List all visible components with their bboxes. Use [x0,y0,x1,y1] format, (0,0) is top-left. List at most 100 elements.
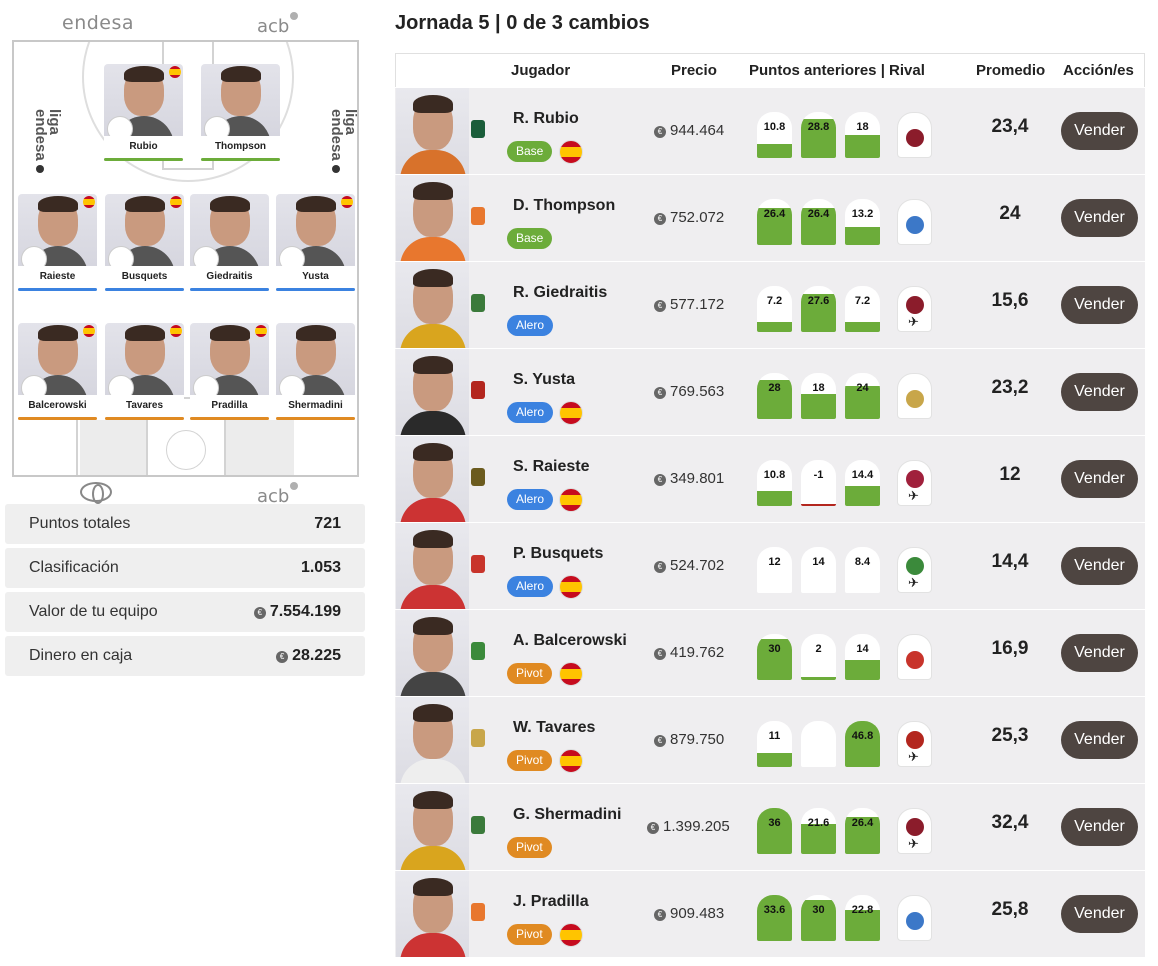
points-value: 10.8 [763,469,786,481]
club-logo-icon [471,120,485,138]
stat-label: Clasificación [29,559,119,576]
points-value: 26.4 [763,208,786,220]
previous-points-2: 26.4 [801,199,836,245]
sell-button[interactable]: Vender [1061,721,1138,759]
sell-button[interactable]: Vender [1061,199,1138,237]
player-name[interactable]: W. Tavares [513,719,595,737]
airplane-icon: ✈ [908,749,919,764]
sell-button[interactable]: Vender [1061,286,1138,324]
coin-icon: € [647,822,659,834]
coin-icon: € [654,300,666,312]
spain-flag-icon [559,488,583,512]
points-value: 18 [856,121,869,133]
player-hair [413,269,453,287]
rival-logo-icon [906,129,924,147]
player-name[interactable]: J. Pradilla [513,893,589,911]
player-name[interactable]: G. Shermadini [513,806,621,824]
spain-flag-icon [83,196,95,208]
sell-button[interactable]: Vender [1061,373,1138,411]
lineup-card[interactable]: Balcerowski [18,323,97,420]
stat-label: Dinero en caja [29,647,133,664]
sell-button[interactable]: Vender [1061,547,1138,585]
points-fill [801,394,836,419]
previous-points-3: 22.8 [845,895,880,941]
previous-points-2: 28.8 [801,112,836,158]
sell-button[interactable]: Vender [1061,895,1138,933]
lineup-card[interactable]: Pradilla [190,323,269,420]
player-shirt [400,150,466,174]
player-name[interactable]: A. Balcerowski [513,632,627,650]
points-value: 26.4 [807,208,830,220]
lineup-card[interactable]: Tavares [105,323,184,420]
player-hair [296,196,336,212]
player-shirt [400,237,466,261]
col-points: Puntos anteriores | Rival [749,62,925,79]
lineup-card[interactable]: Yusta [276,194,355,291]
club-logo-icon [471,468,485,486]
spain-flag-icon [559,662,583,686]
airplane-icon: ✈ [908,575,919,590]
table-row: S. Raieste Alero €349.801 10.8 -1 14.4 ✈ 12 Vend… [395,435,1145,522]
player-name[interactable]: D. Thompson [513,197,615,215]
sell-button[interactable]: Vender [1061,634,1138,672]
player-average: 15,6 [991,290,1029,311]
player-name[interactable]: P. Busquets [513,545,603,563]
player-name[interactable]: R. Rubio [513,110,579,128]
lineup-card[interactable]: Rubio [104,64,183,161]
lineup-card[interactable]: Busquets [105,194,184,291]
sell-button[interactable]: Vender [1061,112,1138,150]
sell-button[interactable]: Vender [1061,808,1138,846]
points-fill [845,660,880,680]
col-player: Jugador [511,62,571,79]
club-logo-icon [471,381,485,399]
lineup-card[interactable]: Raieste [18,194,97,291]
table-header: Jugador Precio Puntos anteriores | Rival… [395,53,1145,87]
col-actions: Acción/es [1063,62,1134,79]
spain-flag-icon [559,923,583,947]
club-logo-icon [471,294,485,312]
lineup-player-name: Yusta [276,266,355,288]
points-value: 22.8 [851,904,874,916]
player-price: €944.464 [654,122,724,139]
coin-icon: € [276,651,289,663]
previous-points-2: 21.6 [801,808,836,854]
rival-badge [897,895,932,941]
player-average: 32,4 [991,812,1029,833]
table-row: P. Busquets Alero €524.702 12 14 8.4 ✈ 14,4 Vend… [395,522,1145,609]
liga-endesa-logo-left: liga endesa [32,109,63,179]
sell-button[interactable]: Vender [1061,460,1138,498]
lineup-card[interactable]: Giedraitis [190,194,269,291]
position-badge: Alero [507,576,554,597]
previous-points-3: 8.4 [845,547,880,593]
spain-flag-icon [559,140,583,164]
previous-points-1: 30 [757,634,792,680]
lineup-player-name: Raieste [18,266,97,288]
player-name[interactable]: S. Yusta [513,371,575,389]
acb-logo: acb [257,12,299,37]
points-value: 14 [812,556,825,568]
player-name[interactable]: S. Raieste [513,458,589,476]
liga-endesa-logo-right: liga endesa [328,109,357,179]
points-value: 10.8 [763,121,786,133]
position-bar [105,417,184,420]
rival-logo-icon [906,912,924,930]
points-value: 18 [812,382,825,394]
coin-icon: € [654,387,666,399]
spain-flag-icon [341,196,353,208]
previous-points-2: 2 [801,634,836,680]
position-badge: Pivot [507,750,552,771]
points-fill [757,144,792,158]
points-value: 26.4 [851,817,874,829]
col-average: Promedio [976,62,1046,79]
lineup-card[interactable]: Shermadini [276,323,355,420]
player-name[interactable]: R. Giedraitis [513,284,607,302]
player-price: €577.172 [654,296,724,313]
airplane-icon: ✈ [908,488,919,503]
points-value: 21.6 [807,817,830,829]
coin-icon: € [654,126,666,138]
stat-value: €7.554.199 [253,603,341,621]
lineup-card[interactable]: Thompson [201,64,280,161]
player-average: 24 [999,203,1021,224]
previous-points-1: 36 [757,808,792,854]
player-shirt [400,498,466,522]
